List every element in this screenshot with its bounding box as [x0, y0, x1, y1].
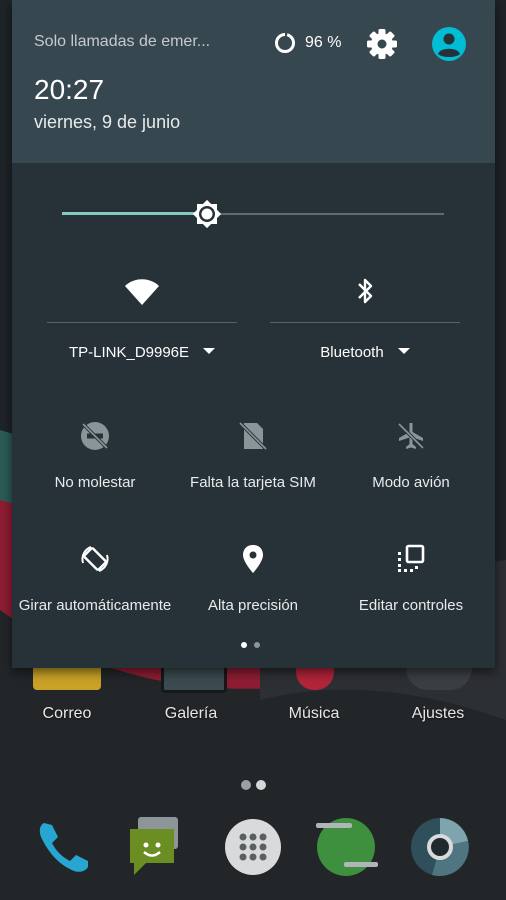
do-not-disturb-icon	[81, 422, 109, 450]
clock-time: 20:27	[34, 74, 105, 105]
notification-shade[interactable]: Solo llamadas de emer... 96 % 20:27 vier…	[12, 0, 495, 668]
chrome-icon[interactable]	[408, 815, 472, 879]
edit-tiles-icon	[398, 544, 425, 572]
qs-page-dot-active	[241, 642, 247, 648]
brightness-slider[interactable]	[62, 196, 444, 234]
clock-date[interactable]: viernes, 9 de junio	[34, 112, 180, 133]
messaging-icon[interactable]	[124, 815, 188, 879]
tile-divider	[270, 322, 460, 323]
tile-divider	[47, 322, 237, 323]
correo-icon[interactable]	[33, 668, 101, 690]
home-page-dot	[241, 780, 251, 790]
tile-label: Modo avión	[372, 474, 450, 491]
chevron-down-icon[interactable]	[203, 348, 216, 355]
no-sim-icon	[238, 421, 268, 451]
battery-percent: 96 %	[305, 34, 342, 51]
bluetooth-name: Bluetooth	[320, 344, 384, 361]
app-drawer-icon[interactable]	[221, 815, 285, 879]
app-label-galeria[interactable]: Galería	[136, 705, 246, 723]
app-label-ajustes[interactable]: Ajustes	[383, 705, 493, 723]
tile-label: Girar automáticamente	[18, 597, 172, 614]
shade-header: Solo llamadas de emer... 96 % 20:27 vier…	[12, 0, 495, 163]
tile-label: Falta la tarjeta SIM	[190, 474, 316, 491]
galeria-icon[interactable]	[161, 668, 227, 693]
wifi-icon	[125, 279, 159, 305]
tile-wifi[interactable]: TP-LINK_D9996E	[47, 270, 237, 380]
tile-auto-rotate[interactable]: Girar automáticamente	[15, 543, 175, 633]
home-page-dot-active	[256, 780, 266, 790]
location-icon	[243, 545, 263, 573]
tile-airplane-mode[interactable]: Modo avión	[331, 420, 491, 510]
wifi-label[interactable]: TP-LINK_D9996E	[47, 344, 237, 361]
phone-icon[interactable]	[32, 815, 96, 879]
wifi-network-name: TP-LINK_D9996E	[68, 344, 190, 361]
app-label-musica[interactable]: Música	[259, 705, 369, 723]
qs-page-dot	[254, 642, 260, 648]
tile-label: Alta precisión	[207, 597, 299, 614]
tile-label: No molestar	[54, 474, 136, 491]
brightness-fill	[62, 212, 208, 215]
bluetooth-label[interactable]: Bluetooth	[270, 344, 460, 361]
tile-do-not-disturb[interactable]: No molestar	[15, 420, 175, 510]
hangouts-icon[interactable]	[314, 815, 378, 879]
airplane-off-icon	[397, 422, 425, 450]
brightness-thumb-icon[interactable]	[189, 196, 225, 232]
rotate-icon	[81, 546, 109, 572]
settings-gear-icon[interactable]	[365, 27, 399, 61]
bluetooth-icon	[358, 278, 373, 304]
tile-edit-controls[interactable]: Editar controles	[331, 543, 491, 633]
carrier-label: Solo llamadas de emer...	[34, 33, 211, 50]
battery-icon	[274, 32, 296, 54]
chevron-down-icon[interactable]	[397, 348, 410, 355]
app-label-correo[interactable]: Correo	[12, 705, 122, 723]
tile-bluetooth[interactable]: Bluetooth	[270, 270, 460, 380]
tile-label: Editar controles	[358, 597, 464, 614]
user-avatar-icon[interactable]	[430, 25, 468, 63]
tile-location[interactable]: Alta precisión	[173, 543, 333, 633]
tile-no-sim[interactable]: Falta la tarjeta SIM	[173, 420, 333, 510]
